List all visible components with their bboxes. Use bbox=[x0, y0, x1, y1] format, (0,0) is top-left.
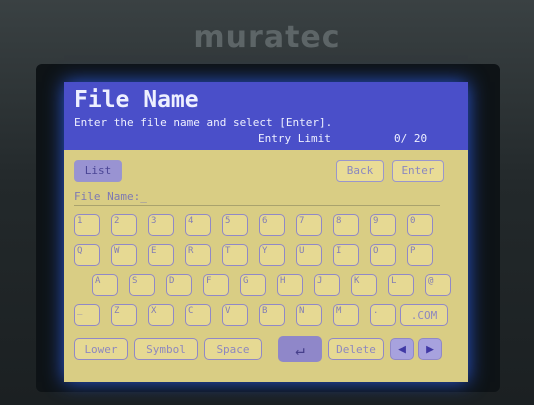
key-f[interactable]: F bbox=[203, 274, 229, 296]
file-name-field[interactable]: File Name:_ bbox=[74, 190, 147, 203]
key-2[interactable]: 2 bbox=[111, 214, 137, 236]
key-k[interactable]: K bbox=[351, 274, 377, 296]
key-period[interactable]: . bbox=[370, 304, 396, 326]
key-0[interactable]: 0 bbox=[407, 214, 433, 236]
file-name-value: _ bbox=[140, 190, 147, 203]
key-d[interactable]: D bbox=[166, 274, 192, 296]
page-title: File Name bbox=[74, 87, 199, 113]
key-g[interactable]: G bbox=[240, 274, 266, 296]
entry-limit-label: Entry Limit bbox=[258, 132, 331, 145]
key-t[interactable]: T bbox=[222, 244, 248, 266]
delete-button[interactable]: Delete bbox=[328, 338, 384, 360]
key-m[interactable]: M bbox=[333, 304, 359, 326]
file-name-label: File Name: bbox=[74, 190, 141, 203]
space-button[interactable]: Space bbox=[204, 338, 262, 360]
key-h[interactable]: H bbox=[277, 274, 303, 296]
entry-count: 0/ 20 bbox=[394, 132, 428, 145]
brand-logo: muratec bbox=[193, 20, 341, 55]
key-e[interactable]: E bbox=[148, 244, 174, 266]
key-l[interactable]: L bbox=[388, 274, 414, 296]
header: File Name Enter the file name and select… bbox=[64, 82, 468, 150]
key-6[interactable]: 6 bbox=[259, 214, 285, 236]
key-y[interactable]: Y bbox=[259, 244, 285, 266]
key-x[interactable]: X bbox=[148, 304, 174, 326]
key-1[interactable]: 1 bbox=[74, 214, 100, 236]
key-b[interactable]: B bbox=[259, 304, 285, 326]
key-r[interactable]: R bbox=[185, 244, 211, 266]
list-button[interactable]: List bbox=[74, 160, 122, 182]
key-o[interactable]: O bbox=[370, 244, 396, 266]
key-j[interactable]: J bbox=[314, 274, 340, 296]
key-v[interactable]: V bbox=[222, 304, 248, 326]
key-i[interactable]: I bbox=[333, 244, 359, 266]
left-arrow-icon[interactable]: ◀ bbox=[390, 338, 414, 360]
touch-screen: File Name Enter the file name and select… bbox=[64, 82, 468, 382]
file-name-underline bbox=[74, 205, 440, 206]
key-p[interactable]: P bbox=[407, 244, 433, 266]
enter-button[interactable]: Enter bbox=[392, 160, 444, 182]
key-z[interactable]: Z bbox=[111, 304, 137, 326]
key-at[interactable]: @ bbox=[425, 274, 451, 296]
lower-button[interactable]: Lower bbox=[74, 338, 128, 360]
key-underscore[interactable]: _ bbox=[74, 304, 100, 326]
key-a[interactable]: A bbox=[92, 274, 118, 296]
right-arrow-icon[interactable]: ▶ bbox=[418, 338, 442, 360]
key-q[interactable]: Q bbox=[74, 244, 100, 266]
dot-com-button[interactable]: .COM bbox=[400, 304, 448, 326]
key-c[interactable]: C bbox=[185, 304, 211, 326]
instruction-text: Enter the file name and select [Enter]. bbox=[74, 116, 333, 129]
key-w[interactable]: W bbox=[111, 244, 137, 266]
key-8[interactable]: 8 bbox=[333, 214, 359, 236]
symbol-button[interactable]: Symbol bbox=[134, 338, 198, 360]
key-5[interactable]: 5 bbox=[222, 214, 248, 236]
key-s[interactable]: S bbox=[129, 274, 155, 296]
key-3[interactable]: 3 bbox=[148, 214, 174, 236]
key-9[interactable]: 9 bbox=[370, 214, 396, 236]
key-u[interactable]: U bbox=[296, 244, 322, 266]
key-n[interactable]: N bbox=[296, 304, 322, 326]
key-4[interactable]: 4 bbox=[185, 214, 211, 236]
back-button[interactable]: Back bbox=[336, 160, 384, 182]
key-7[interactable]: 7 bbox=[296, 214, 322, 236]
enter-return-icon[interactable]: ↵ bbox=[278, 336, 322, 362]
